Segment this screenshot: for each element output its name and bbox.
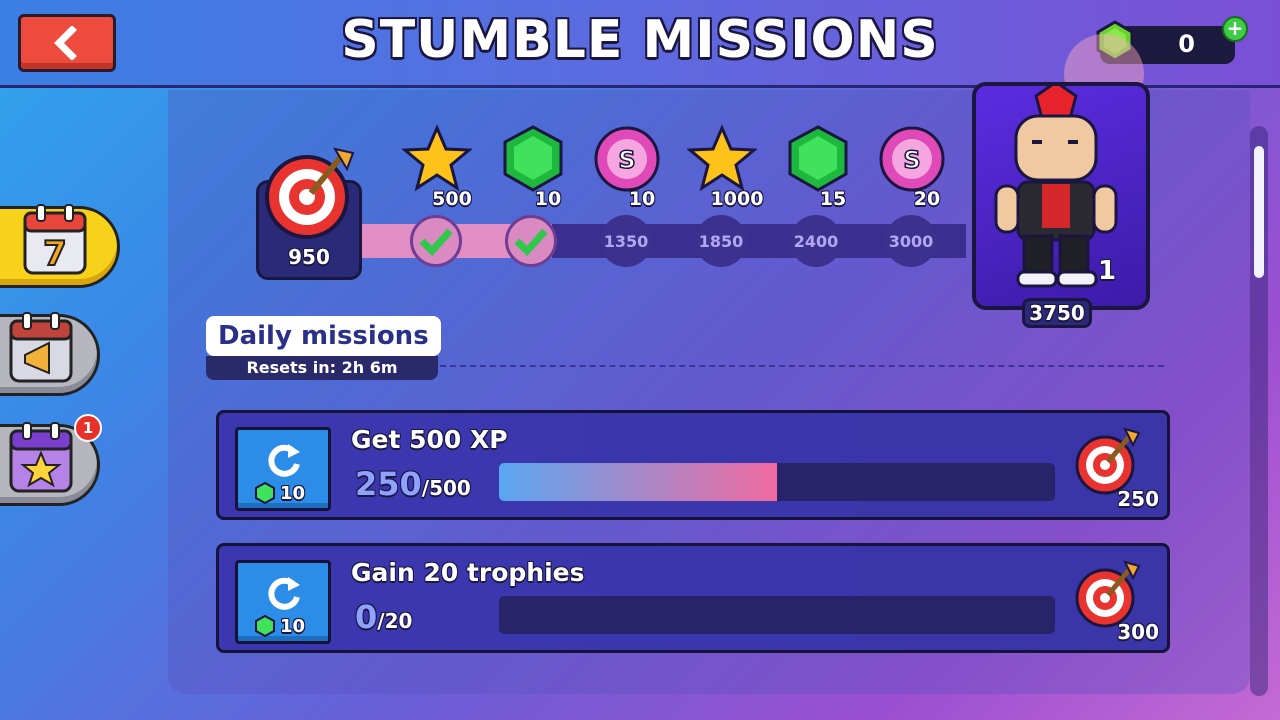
- refresh-icon: [268, 444, 300, 477]
- mission-progress-target: /20: [377, 609, 413, 633]
- skill-coin-icon: S: [594, 126, 660, 192]
- reward-amount: 15: [819, 188, 847, 210]
- divider: [440, 365, 1164, 367]
- scrollbar-thumb[interactable]: [1254, 146, 1264, 278]
- reward-node-6: 3000: [885, 215, 937, 267]
- character-count: 1: [1098, 256, 1117, 286]
- reward-amount: 20: [913, 188, 941, 210]
- add-gems-button[interactable]: +: [1222, 16, 1248, 42]
- reroll-cost-value: 10: [280, 482, 306, 504]
- calendar-7-icon: 7: [23, 204, 87, 275]
- current-points-box: 950: [256, 147, 362, 280]
- mission-reward: 300: [1117, 620, 1159, 644]
- mission-progress-text: 250/500: [355, 465, 471, 503]
- reward-node-5: 2400: [790, 215, 842, 267]
- notification-badge: 1: [74, 414, 102, 442]
- svg-text:S: S: [618, 146, 635, 174]
- daily-missions-title: Daily missions: [206, 316, 441, 356]
- reset-value: 2h 6m: [341, 358, 398, 377]
- mission-progress-text: 0/20: [355, 598, 412, 636]
- tab-daily-missions[interactable]: 7: [0, 204, 120, 288]
- current-points: 950: [288, 245, 330, 269]
- reward-node-3: 1350: [600, 215, 652, 267]
- reward-amount: 500: [432, 188, 472, 210]
- mission-progress-target: /500: [421, 476, 471, 500]
- skill-coin-icon: S: [879, 126, 945, 192]
- calendar-star-icon: [9, 422, 73, 493]
- reward-amount: 10: [534, 188, 562, 210]
- reset-timer: Resets in: 2h 6m: [206, 356, 438, 380]
- plus-icon: +: [1226, 16, 1244, 40]
- target-icon: [265, 147, 355, 239]
- reward-node-1: [410, 215, 462, 267]
- gem-count: 0: [1178, 30, 1195, 58]
- final-reward-card[interactable]: [972, 82, 1150, 310]
- gem-icon: [255, 615, 275, 637]
- reward-amount: 1000: [710, 188, 764, 210]
- mission-title: Get 500 XP: [351, 425, 508, 454]
- node-threshold: 1850: [698, 231, 744, 251]
- final-reward-threshold: 3750: [1022, 298, 1092, 328]
- svg-text:7: 7: [43, 234, 67, 274]
- mission-reward: 250: [1117, 487, 1159, 511]
- reset-label: Resets in:: [246, 358, 337, 377]
- mission-progress-bar: [499, 596, 1055, 634]
- mission-progress-current: 0: [355, 598, 378, 636]
- node-threshold: 1350: [603, 231, 649, 251]
- reroll-mission-button[interactable]: 10: [235, 427, 331, 511]
- reward-node-2: [505, 215, 557, 267]
- node-threshold: 3000: [888, 231, 934, 251]
- node-threshold: 2400: [793, 231, 839, 251]
- mission-card: 10 Get 500 XP 250/500 250: [216, 410, 1170, 520]
- gem-icon: [788, 125, 848, 192]
- svg-text:S: S: [903, 146, 920, 174]
- refresh-icon: [268, 577, 300, 610]
- reroll-cost: 10: [254, 615, 305, 637]
- star-icon: [402, 124, 472, 192]
- tab-event-missions[interactable]: [0, 312, 100, 396]
- mission-card: 10 Gain 20 trophies 0/20 300: [216, 543, 1170, 653]
- gem-icon: [503, 125, 563, 192]
- reroll-mission-button[interactable]: 10: [235, 560, 331, 644]
- reward-amount: 10: [628, 188, 656, 210]
- character-skin-icon: [994, 86, 1118, 288]
- mission-progress-bar: [499, 463, 1055, 501]
- star-icon: [687, 124, 757, 192]
- gem-icon: [255, 482, 275, 504]
- check-icon: [419, 228, 453, 256]
- check-icon: [514, 228, 548, 256]
- mission-progress-fill: [499, 463, 777, 501]
- reroll-cost-value: 10: [280, 615, 306, 637]
- mission-title: Gain 20 trophies: [351, 558, 585, 587]
- reward-node-4: 1850: [695, 215, 747, 267]
- mission-progress-current: 250: [355, 465, 422, 503]
- calendar-megaphone-icon: [9, 312, 73, 383]
- reroll-cost: 10: [254, 482, 305, 504]
